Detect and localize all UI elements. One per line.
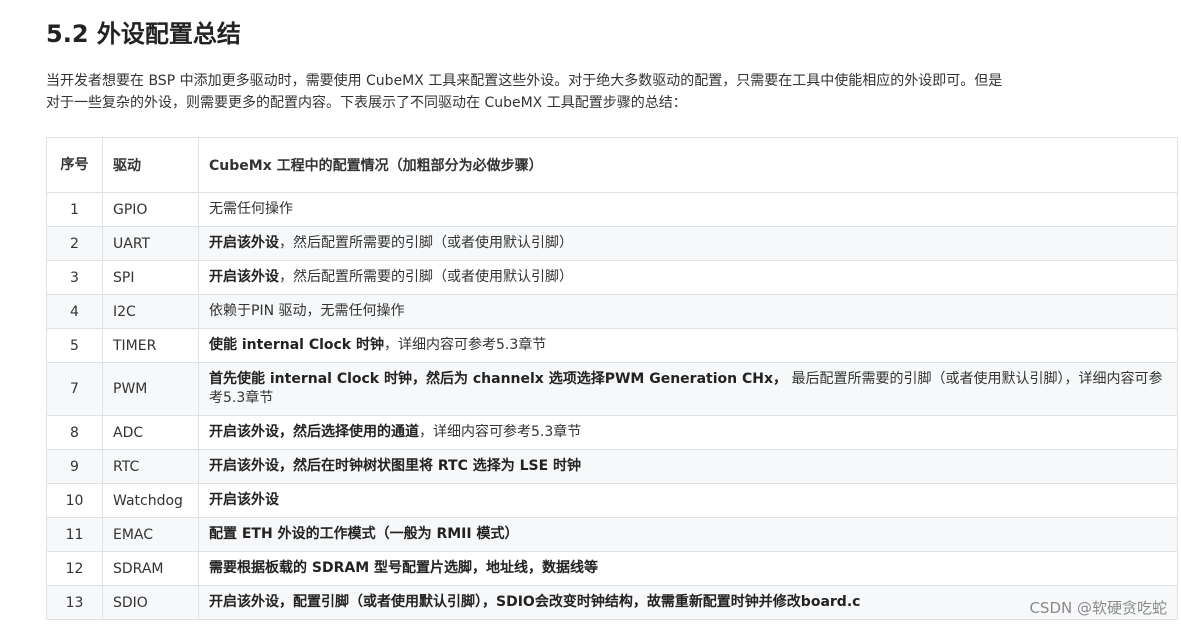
config-optional-text: ，然后配置所需要的引脚（或者使用默认引脚） xyxy=(279,269,573,285)
cell-driver: PWM xyxy=(102,362,199,416)
cell-driver: Watchdog xyxy=(102,483,199,518)
config-required-text: 开启该外设 xyxy=(209,492,279,508)
cell-config: 开启该外设，然后在时钟树状图里将 RTC 选择为 LSE 时钟 xyxy=(198,449,1178,484)
config-required-text: 开启该外设，然后在时钟树状图里将 RTC 选择为 LSE 时钟 xyxy=(209,458,582,474)
table-row: 9 RTC 开启该外设，然后在时钟树状图里将 RTC 选择为 LSE 时钟 xyxy=(46,449,1178,484)
cell-config: 开启该外设，然后配置所需要的引脚（或者使用默认引脚） xyxy=(198,226,1178,261)
cell-num: 4 xyxy=(46,294,103,329)
cell-config: 开启该外设 xyxy=(198,483,1178,518)
table-body: 1 GPIO 无需任何操作 2 UART 开启该外设，然后配置所需要的引脚（或者使用默认引… xyxy=(46,192,1178,620)
cell-num: 13 xyxy=(46,585,103,620)
header-config: CubeMx 工程中的配置情况（加粗部分为必做步骤） xyxy=(198,137,1178,193)
intro-paragraph: 当开发者想要在 BSP 中添加更多驱动时，需要使用 CubeMX 工具来配置这些… xyxy=(46,70,1176,114)
cell-config: 依赖于PIN 驱动，无需任何操作 xyxy=(198,294,1178,329)
cell-config: 首先使能 internal Clock 时钟，然后为 channelx 选项选择… xyxy=(198,362,1178,416)
intro-line-1: 当开发者想要在 BSP 中添加更多驱动时，需要使用 CubeMX 工具来配置这些… xyxy=(46,73,1003,89)
table-row: 10 Watchdog 开启该外设 xyxy=(46,483,1178,518)
cell-num: 2 xyxy=(46,226,103,261)
config-required-text: 开启该外设，然后选择使用的通道 xyxy=(209,424,419,440)
config-optional-text: 无需任何操作 xyxy=(209,201,293,217)
cell-num: 1 xyxy=(46,192,103,227)
cell-num: 11 xyxy=(46,517,103,552)
cell-num: 3 xyxy=(46,260,103,295)
header-num: 序号 xyxy=(46,137,103,193)
cell-config: 使能 internal Clock 时钟，详细内容可参考5.3章节 xyxy=(198,328,1178,363)
cell-driver: TIMER xyxy=(102,328,199,363)
config-required-text: 使能 internal Clock 时钟 xyxy=(209,337,384,353)
cell-driver: GPIO xyxy=(102,192,199,227)
cell-driver: ADC xyxy=(102,415,199,450)
config-required-text: 首先使能 internal Clock 时钟，然后为 channelx 选项选择… xyxy=(209,371,787,387)
table-row: 1 GPIO 无需任何操作 xyxy=(46,192,1178,227)
table-row: 12 SDRAM 需要根据板载的 SDRAM 型号配置片选脚，地址线，数据线等 xyxy=(46,551,1178,586)
section-heading: 5.2 外设配置总结 xyxy=(46,20,241,48)
cell-num: 7 xyxy=(46,362,103,416)
cell-config: 无需任何操作 xyxy=(198,192,1178,227)
header-driver: 驱动 xyxy=(102,137,199,193)
config-optional-text: 依赖于PIN 驱动，无需任何操作 xyxy=(209,303,405,319)
table-row: 11 EMAC 配置 ETH 外设的工作模式（一般为 RMII 模式） xyxy=(46,517,1178,552)
config-required-text: 需要根据板载的 SDRAM 型号配置片选脚，地址线，数据线等 xyxy=(209,560,598,576)
cell-num: 5 xyxy=(46,328,103,363)
cell-num: 8 xyxy=(46,415,103,450)
table-row: 3 SPI 开启该外设，然后配置所需要的引脚（或者使用默认引脚） xyxy=(46,260,1178,295)
cell-driver: RTC xyxy=(102,449,199,484)
cell-config: 配置 ETH 外设的工作模式（一般为 RMII 模式） xyxy=(198,517,1178,552)
config-optional-text: ，详细内容可参考5.3章节 xyxy=(384,337,547,353)
csdn-watermark: CSDN @软硬贪吃蛇 xyxy=(1029,599,1167,617)
intro-line-2: 对于一些复杂的外设，则需要更多的配置内容。下表展示了不同驱动在 CubeMX 工… xyxy=(46,95,687,111)
table-row: 2 UART 开启该外设，然后配置所需要的引脚（或者使用默认引脚） xyxy=(46,226,1178,261)
cell-driver: I2C xyxy=(102,294,199,329)
cell-driver: SDIO xyxy=(102,585,199,620)
cell-num: 9 xyxy=(46,449,103,484)
peripheral-config-table: 序号 驱动 CubeMx 工程中的配置情况（加粗部分为必做步骤） 1 GPIO 无需… xyxy=(46,137,1178,620)
config-required-text: 配置 ETH 外设的工作模式（一般为 RMII 模式） xyxy=(209,526,519,542)
config-required-text: 开启该外设，配置引脚（或者使用默认引脚），SDIO会改变时钟结构，故需重新配置时… xyxy=(209,594,861,610)
cell-driver: SPI xyxy=(102,260,199,295)
table-header-row: 序号 驱动 CubeMx 工程中的配置情况（加粗部分为必做步骤） xyxy=(46,137,1178,193)
table-row: 7 PWM 首先使能 internal Clock 时钟，然后为 channelx … xyxy=(46,362,1178,416)
cell-config: 需要根据板载的 SDRAM 型号配置片选脚，地址线，数据线等 xyxy=(198,551,1178,586)
table-row: 8 ADC 开启该外设，然后选择使用的通道，详细内容可参考5.3章节 xyxy=(46,415,1178,450)
cell-driver: EMAC xyxy=(102,517,199,552)
config-required-text: 开启该外设 xyxy=(209,269,279,285)
cell-driver: SDRAM xyxy=(102,551,199,586)
cell-driver: UART xyxy=(102,226,199,261)
cell-config: 开启该外设，然后选择使用的通道，详细内容可参考5.3章节 xyxy=(198,415,1178,450)
cell-config: 开启该外设，然后配置所需要的引脚（或者使用默认引脚） xyxy=(198,260,1178,295)
config-optional-text: ，然后配置所需要的引脚（或者使用默认引脚） xyxy=(279,235,573,251)
cell-num: 12 xyxy=(46,551,103,586)
table-row: 4 I2C 依赖于PIN 驱动，无需任何操作 xyxy=(46,294,1178,329)
config-optional-text: ，详细内容可参考5.3章节 xyxy=(419,424,582,440)
table-row: 5 TIMER 使能 internal Clock 时钟，详细内容可参考5.3章节 xyxy=(46,328,1178,363)
cell-num: 10 xyxy=(46,483,103,518)
config-required-text: 开启该外设 xyxy=(209,235,279,251)
table-row: 13 SDIO 开启该外设，配置引脚（或者使用默认引脚），SDIO会改变时钟结构，故… xyxy=(46,585,1178,620)
